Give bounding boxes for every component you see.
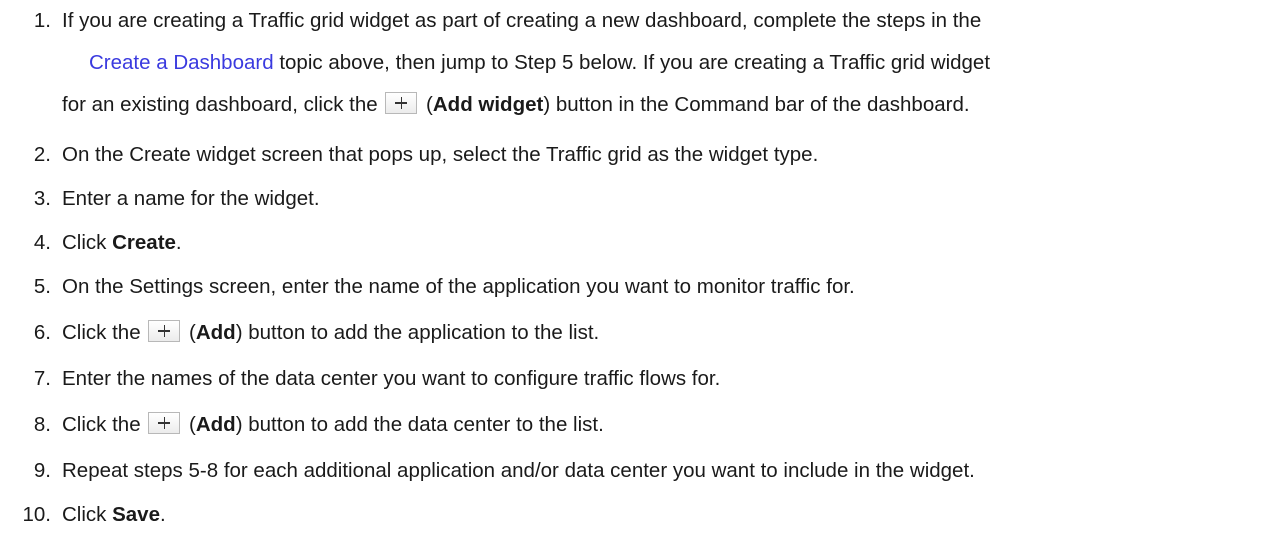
create-dashboard-link[interactable]: Create a Dashboard xyxy=(89,51,274,74)
step-text: ) button to add the application to the l… xyxy=(235,321,600,344)
step-text: ) button to add the data center to the l… xyxy=(235,413,604,436)
step-text: Repeat steps 5-8 for each additional app… xyxy=(62,459,975,482)
add-widget-label: Add widget xyxy=(432,93,544,116)
step-number: 4. xyxy=(33,231,51,254)
step-number: 9. xyxy=(33,459,51,482)
add-widget-plus-icon xyxy=(385,92,418,114)
add-label: Add xyxy=(195,413,236,436)
step-text: for an existing dashboard, click the xyxy=(62,93,384,116)
step-text: ) button in the Command bar of the dashb… xyxy=(543,93,970,116)
step-number: 7. xyxy=(33,367,51,390)
step-text: . xyxy=(160,503,166,526)
step-text: topic above, then jump to Step 5 below. … xyxy=(273,51,991,74)
step-number: 5. xyxy=(33,275,51,298)
step-text: Enter the names of the data center you w… xyxy=(62,367,721,390)
step-text: Click xyxy=(62,503,113,526)
step-text: Click the xyxy=(62,413,147,436)
paren-text: ( xyxy=(420,93,433,116)
step-number: 2. xyxy=(33,143,51,166)
step-text: . xyxy=(175,231,182,254)
step-number: 8. xyxy=(33,413,51,436)
create-label: Create xyxy=(112,231,176,254)
paren-text: ( xyxy=(183,413,196,436)
add-plus-icon xyxy=(148,320,181,342)
paren-text: ( xyxy=(183,321,196,344)
step-text: If you are creating a Traffic grid widge… xyxy=(62,9,982,32)
step-number: 6. xyxy=(33,321,51,344)
step-text: On the Settings screen, enter the name o… xyxy=(62,275,855,298)
step-text: On the Create widget screen that pops up… xyxy=(62,143,819,166)
step-number: 1. xyxy=(33,9,51,32)
save-label: Save xyxy=(112,503,160,526)
add-label: Add xyxy=(195,321,236,344)
step-number: 3. xyxy=(33,187,51,210)
instruction-steps: 1. If you are creating a Traffic grid wi… xyxy=(0,0,1264,552)
step-number: 10. xyxy=(22,503,52,526)
step-text: Enter a name for the widget. xyxy=(62,187,320,210)
step-text: Click the xyxy=(62,321,147,344)
add-plus-icon xyxy=(148,412,181,434)
step-text: Click xyxy=(62,231,113,254)
